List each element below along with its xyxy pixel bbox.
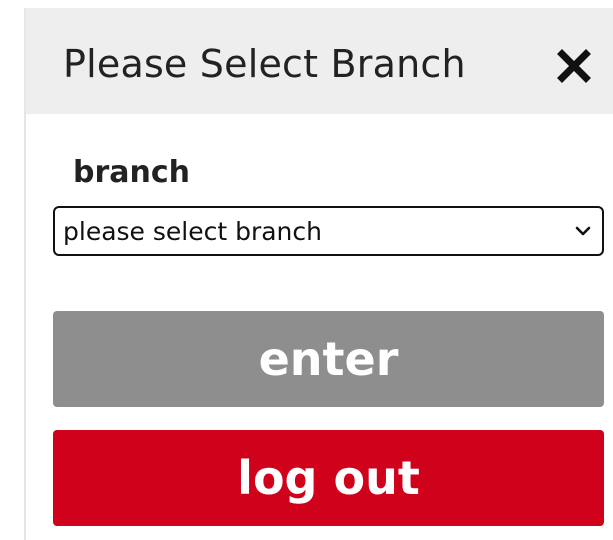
- branch-select[interactable]: please select branch: [53, 206, 604, 256]
- modal-title: Please Select Branch: [63, 42, 466, 86]
- modal-header: Please Select Branch: [26, 8, 613, 114]
- page-gutter: [0, 0, 24, 540]
- branch-label: branch: [73, 155, 191, 190]
- chevron-down-icon: [575, 226, 591, 236]
- branch-select-modal: Please Select Branch branch please selec…: [24, 8, 613, 540]
- branch-select-value: please select branch: [63, 217, 322, 246]
- log-out-button[interactable]: log out: [53, 430, 604, 526]
- enter-button[interactable]: enter: [53, 311, 604, 407]
- close-icon: [557, 49, 591, 83]
- close-button[interactable]: [554, 46, 594, 86]
